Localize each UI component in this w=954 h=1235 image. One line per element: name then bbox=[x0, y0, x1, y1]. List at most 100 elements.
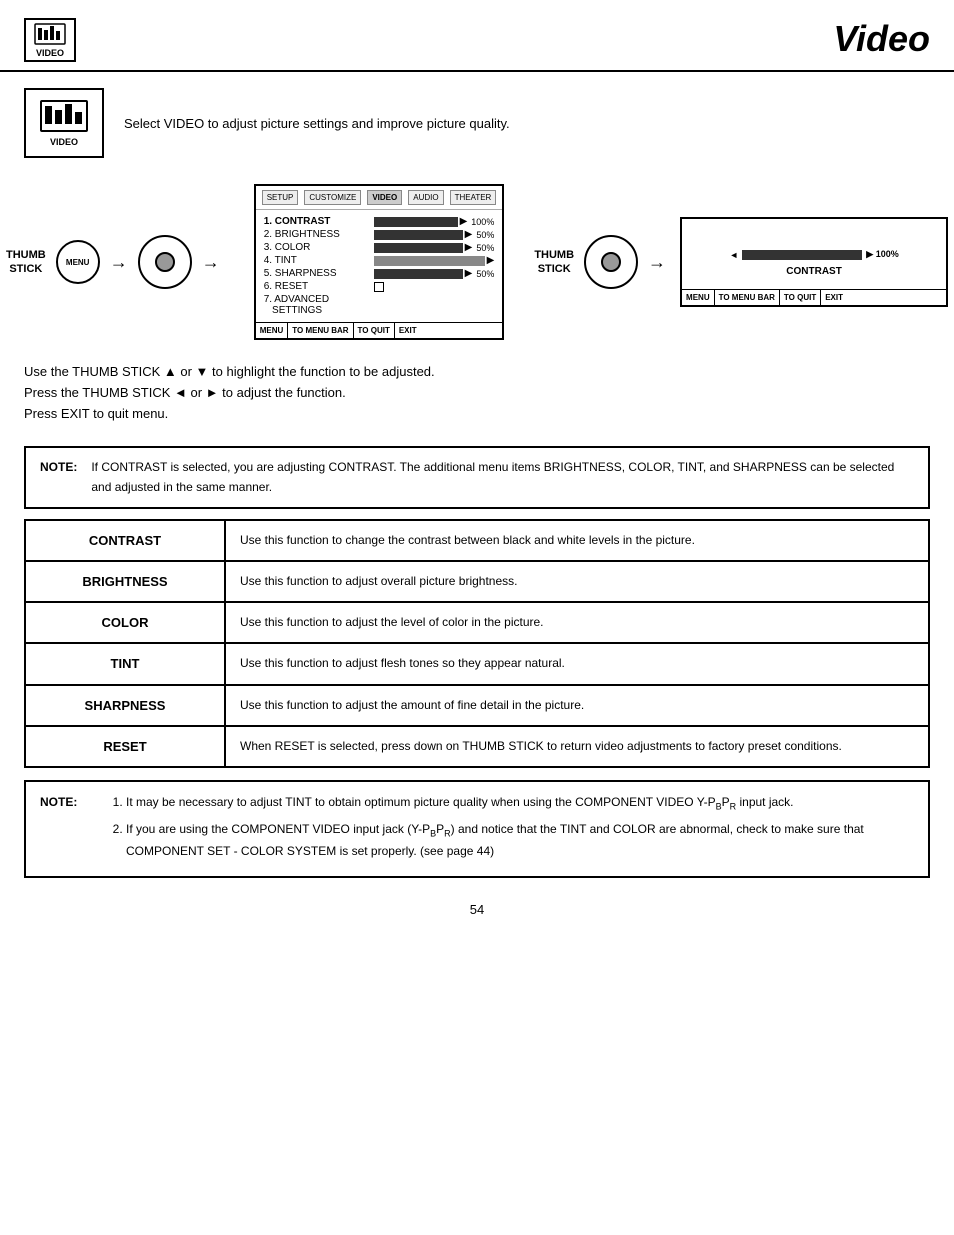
brightness-value: 50% bbox=[476, 230, 494, 240]
function-desc-tint: Use this function to adjust flesh tones … bbox=[226, 644, 928, 683]
sharpness-bar-container: ▶ 50% bbox=[374, 268, 495, 279]
menu-item-tint: 4. TINT ▶ bbox=[264, 255, 495, 266]
menu-item-sharpness-name: 5. SHARPNESS bbox=[264, 268, 374, 279]
footer-menu: MENU bbox=[256, 323, 289, 338]
contrast-left-arrow: ◄ bbox=[729, 250, 738, 260]
left-thumb-stick-label: THUMBSTICK bbox=[6, 248, 46, 277]
function-key-contrast: CONTRAST bbox=[26, 521, 226, 560]
video-icon-svg bbox=[34, 22, 66, 46]
note2-content: It may be necessary to adjust TINT to ob… bbox=[110, 792, 914, 866]
contrast-footer: MENU TO MENU BAR TO QUIT EXIT bbox=[682, 289, 946, 305]
tab-customize: CUSTOMIZE bbox=[304, 190, 361, 205]
contrast-bar-container: ▶ 100% bbox=[374, 216, 495, 227]
function-row-reset: RESET When RESET is selected, press down… bbox=[24, 725, 930, 768]
arrow-right-icon: → bbox=[110, 252, 128, 273]
page-number: 54 bbox=[0, 892, 954, 927]
function-key-sharpness: SHARPNESS bbox=[26, 686, 226, 725]
instructions-section: Use the THUMB STICK ▲ or ▼ to highlight … bbox=[0, 350, 954, 436]
color-value: 50% bbox=[476, 243, 494, 253]
right-thumb-label: THUMBSTICK bbox=[534, 248, 574, 277]
arrow-right-icon3: → bbox=[648, 252, 666, 273]
menu-items: 1. CONTRAST ▶ 100% 2. BRIGHTNESS ▶ 50% 3… bbox=[256, 210, 503, 322]
sharpness-bar bbox=[374, 269, 463, 279]
note2-item2: If you are using the COMPONENT VIDEO inp… bbox=[126, 819, 914, 862]
menu-footer: MENU TO MENU BAR TO QUIT EXIT bbox=[256, 322, 503, 338]
function-row-brightness: BRIGHTNESS Use this function to adjust o… bbox=[24, 560, 930, 603]
note1-label: NOTE: bbox=[40, 458, 77, 496]
menu-item-brightness-name: 2. BRIGHTNESS bbox=[264, 229, 374, 240]
thumbstick-inner bbox=[155, 252, 175, 272]
function-key-brightness: BRIGHTNESS bbox=[26, 562, 226, 601]
function-key-color: COLOR bbox=[26, 603, 226, 642]
contrast-footer-menu: MENU bbox=[682, 290, 715, 305]
function-table: CONTRAST Use this function to change the… bbox=[24, 519, 930, 768]
menu-item-reset: 6. RESET bbox=[264, 281, 495, 292]
tab-video: VIDEO bbox=[367, 190, 402, 205]
contrast-bar-row: ◄ ▶ 100% bbox=[698, 249, 930, 260]
menu-item-color: 3. COLOR ▶ 50% bbox=[264, 242, 495, 253]
menu-item-tint-name: 4. TINT bbox=[264, 255, 374, 266]
left-thumbstick-circle bbox=[138, 235, 192, 289]
header-video-icon: VIDEO bbox=[24, 18, 76, 62]
menu-item-sharpness: 5. SHARPNESS ▶ 50% bbox=[264, 268, 495, 279]
intro-icon-label: VIDEO bbox=[50, 137, 78, 147]
arrow-right-icon2: → bbox=[202, 252, 220, 273]
contrast-footer-exit: EXIT bbox=[821, 290, 847, 305]
instruction-line3: Press EXIT to quit menu. bbox=[24, 404, 930, 425]
page-header: VIDEO Video bbox=[0, 0, 954, 72]
menu-box-header: SETUP CUSTOMIZE VIDEO AUDIO THEATER bbox=[256, 186, 503, 210]
menu-item-color-name: 3. COLOR bbox=[264, 242, 374, 253]
function-desc-brightness: Use this function to adjust overall pict… bbox=[226, 562, 928, 601]
footer-to-quit: TO QUIT bbox=[354, 323, 395, 338]
note2-box: NOTE: It may be necessary to adjust TINT… bbox=[24, 780, 930, 878]
brightness-bar bbox=[374, 230, 463, 240]
footer-exit: EXIT bbox=[395, 323, 421, 338]
menu-item-advanced-name: 7. ADVANCED SETTINGS bbox=[264, 294, 374, 316]
intro-video-icon: VIDEO bbox=[24, 88, 104, 158]
contrast-content: ◄ ▶ 100% CONTRAST bbox=[682, 219, 946, 289]
contrast-bar-display bbox=[742, 250, 862, 260]
function-key-tint: TINT bbox=[26, 644, 226, 683]
function-key-reset: RESET bbox=[26, 727, 226, 766]
intro-icon-svg bbox=[40, 99, 88, 135]
note2-list: It may be necessary to adjust TINT to ob… bbox=[126, 792, 914, 862]
contrast-arrow: ▶ bbox=[460, 216, 468, 227]
tab-theater: THEATER bbox=[450, 190, 497, 205]
note1-text: If CONTRAST is selected, you are adjusti… bbox=[91, 458, 914, 496]
left-diagram: THUMBSTICK MENU → → bbox=[6, 235, 224, 289]
contrast-bar bbox=[374, 217, 458, 227]
color-bar-container: ▶ 50% bbox=[374, 242, 495, 253]
instruction-line2: Press the THUMB STICK ◄ or ► to adjust t… bbox=[24, 383, 930, 404]
note2-item1: It may be necessary to adjust TINT to ob… bbox=[126, 792, 914, 815]
brightness-bar-container: ▶ 50% bbox=[374, 229, 495, 240]
note2-row: NOTE: It may be necessary to adjust TINT… bbox=[40, 792, 914, 866]
diagram-section: THUMBSTICK MENU → → SETUP CUSTOMIZE VIDE… bbox=[0, 174, 954, 350]
menu-item-contrast: 1. CONTRAST ▶ 100% bbox=[264, 216, 495, 227]
contrast-footer-to-quit: TO QUIT bbox=[780, 290, 821, 305]
contrast-footer-to-menu-bar: TO MENU BAR bbox=[715, 290, 780, 305]
intro-text: Select VIDEO to adjust picture settings … bbox=[124, 116, 510, 131]
menu-item-reset-name: 6. RESET bbox=[264, 281, 374, 292]
function-desc-color: Use this function to adjust the level of… bbox=[226, 603, 928, 642]
function-row-contrast: CONTRAST Use this function to change the… bbox=[24, 519, 930, 562]
right-thumb-row: → bbox=[584, 235, 670, 289]
menu-item-contrast-name: 1. CONTRAST bbox=[264, 216, 374, 227]
sharpness-arrow: ▶ bbox=[465, 268, 473, 279]
tab-audio: AUDIO bbox=[408, 190, 443, 205]
right-thumbstick-inner bbox=[601, 252, 621, 272]
right-section: THUMBSTICK → ◄ ▶ 100% CONTRAST MENU TO M… bbox=[534, 217, 948, 307]
menu-item-advanced: 7. ADVANCED SETTINGS bbox=[264, 294, 495, 316]
function-row-sharpness: SHARPNESS Use this function to adjust th… bbox=[24, 684, 930, 727]
right-thumb-stick-label: THUMBSTICK bbox=[534, 248, 574, 277]
sharpness-value: 50% bbox=[476, 269, 494, 279]
tint-bar bbox=[374, 256, 485, 266]
intro-section: VIDEO Select VIDEO to adjust picture set… bbox=[0, 72, 954, 174]
function-row-color: COLOR Use this function to adjust the le… bbox=[24, 601, 930, 644]
function-desc-sharpness: Use this function to adjust the amount o… bbox=[226, 686, 928, 725]
color-bar bbox=[374, 243, 463, 253]
note2-label: NOTE: bbox=[40, 792, 100, 866]
contrast-value: 100% bbox=[471, 217, 494, 227]
tint-bar-container: ▶ bbox=[374, 255, 495, 266]
tint-arrow: ▶ bbox=[487, 255, 495, 266]
color-arrow: ▶ bbox=[465, 242, 473, 253]
